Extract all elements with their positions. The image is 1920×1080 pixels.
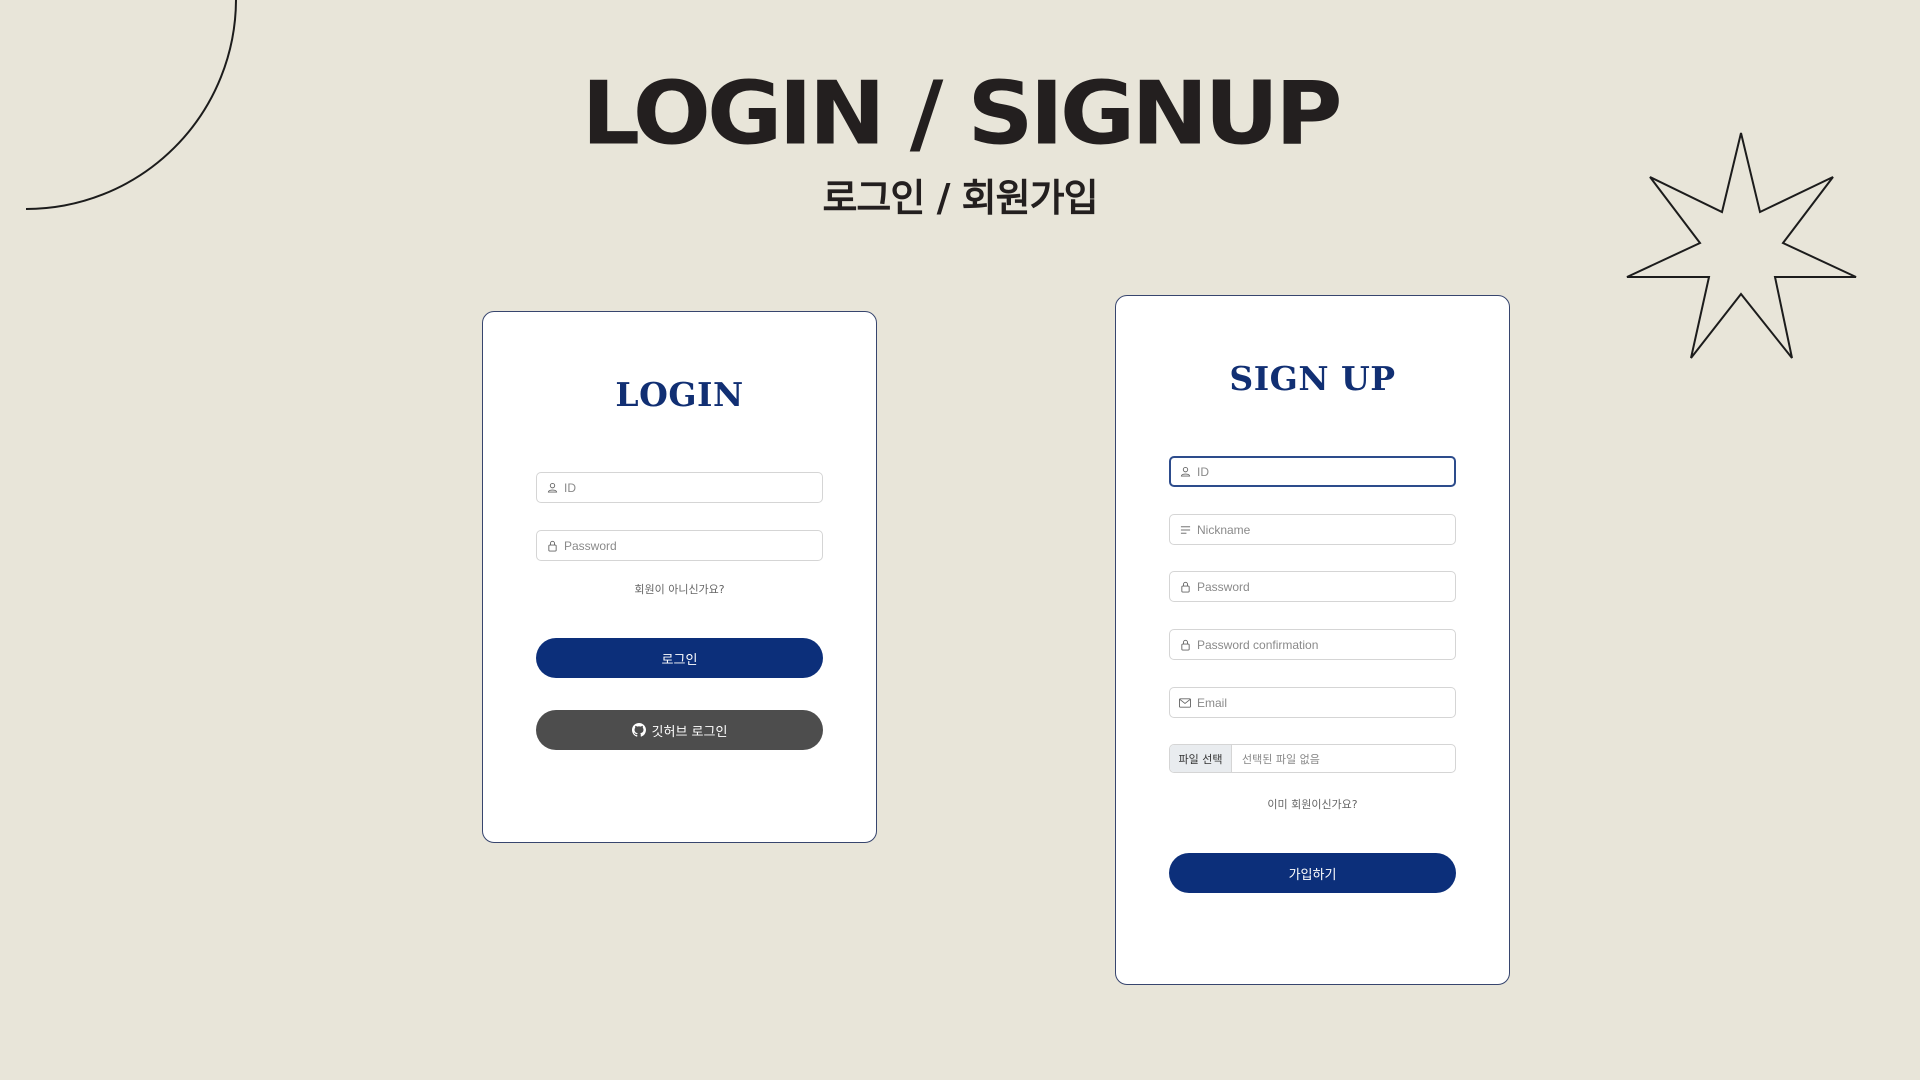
login-id-field[interactable] — [536, 472, 823, 503]
signup-email-field[interactable] — [1169, 687, 1456, 718]
mail-icon — [1179, 697, 1191, 709]
signup-id-input[interactable] — [1197, 464, 1437, 479]
login-button-label: 로그인 — [661, 652, 698, 668]
page-title: LOGIN / SIGNUP — [581, 62, 1342, 165]
lock-icon — [1179, 581, 1191, 593]
file-select-button[interactable]: 파일 선택 — [1170, 745, 1232, 772]
signup-email-input[interactable] — [1197, 695, 1437, 710]
signup-password-field[interactable] — [1169, 571, 1456, 602]
decorative-star-icon — [1626, 132, 1857, 359]
signup-nickname-field[interactable] — [1169, 514, 1456, 545]
login-password-field[interactable] — [536, 530, 823, 561]
signup-password-input[interactable] — [1197, 579, 1437, 594]
file-status-text: 선택된 파일 없음 — [1242, 752, 1320, 766]
user-icon — [1179, 466, 1191, 478]
user-icon — [546, 482, 558, 494]
github-login-button[interactable]: 깃허브 로그인 — [536, 710, 823, 750]
github-login-label: 깃허브 로그인 — [651, 724, 728, 740]
login-heading: LOGIN — [615, 375, 744, 414]
signup-button[interactable]: 가입하기 — [1169, 853, 1456, 893]
signup-nickname-input[interactable] — [1197, 522, 1437, 537]
profile-file-input[interactable]: 파일 선택 선택된 파일 없음 — [1169, 744, 1456, 773]
login-id-input[interactable] — [564, 480, 804, 495]
login-password-input[interactable] — [564, 538, 804, 553]
signup-id-field[interactable] — [1169, 456, 1456, 487]
signup-card: SIGN UP 파일 선택 선택된 파일 없음 이미 회원이신가요? — [1115, 295, 1510, 985]
page-subtitle: 로그인 / 회원가입 — [822, 176, 1098, 220]
lock-icon — [1179, 639, 1191, 651]
signup-password-confirm-input[interactable] — [1197, 637, 1437, 652]
login-card: LOGIN 회원이 아니신가요? 로그인 깃허브 로그인 — [482, 311, 877, 843]
github-icon — [631, 723, 646, 737]
signup-password-confirm-field[interactable] — [1169, 629, 1456, 660]
lock-icon — [546, 540, 558, 552]
signup-button-label: 가입하기 — [1288, 867, 1337, 883]
signup-heading: SIGN UP — [1229, 359, 1396, 398]
login-button[interactable]: 로그인 — [536, 638, 823, 678]
signup-link[interactable]: 회원이 아니신가요? — [483, 581, 876, 597]
menu-lines-icon — [1179, 524, 1191, 536]
login-link[interactable]: 이미 회원이신가요? — [1116, 796, 1509, 812]
